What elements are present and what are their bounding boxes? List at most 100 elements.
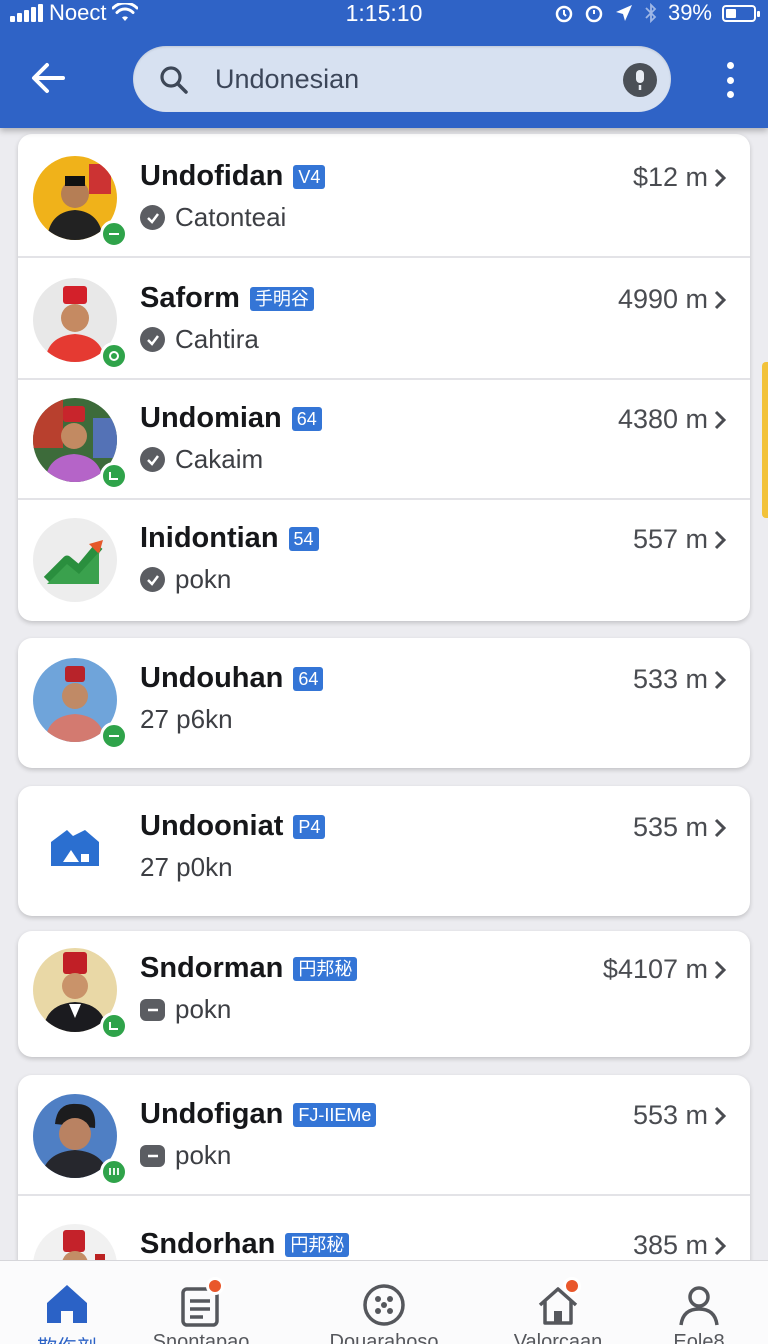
nav-label: Eole8: [673, 1331, 725, 1344]
chevron-right-icon: [714, 290, 727, 309]
location-arrow-icon: [615, 5, 632, 21]
chevron-right-icon: [714, 168, 727, 187]
home-icon: [47, 1285, 87, 1323]
result-tag: 円邦秘: [285, 1232, 350, 1257]
nav-item-explore[interactable]: Douarahoso: [309, 1261, 459, 1344]
result-tag: 64: [293, 666, 324, 691]
search-input[interactable]: [215, 56, 595, 102]
check-circle-icon: [140, 447, 165, 472]
timer-icon: [585, 5, 603, 23]
result-name: Saform: [140, 282, 240, 314]
building-icon: [51, 830, 99, 866]
check-circle-icon: [140, 327, 165, 352]
result-subtitle: Catonteai: [175, 202, 287, 232]
result-subtitle: Cakaim: [175, 444, 264, 474]
list-item[interactable]: Undouhan 64 27 p6kn 533 m: [18, 640, 750, 760]
avatar: [33, 1224, 117, 1260]
nav-item-home[interactable]: 欺伤剖: [0, 1261, 142, 1344]
scroll-indicator[interactable]: [762, 362, 768, 518]
chevron-right-icon: [714, 818, 727, 837]
result-name: Undouhan: [140, 662, 284, 694]
result-subtitle: Cahtira: [175, 324, 259, 354]
avatar: [33, 806, 117, 890]
online-badge-icon: [100, 342, 128, 370]
list-item[interactable]: Inidontian 54 pokn 557 m: [18, 500, 750, 620]
result-distance: 533 m: [632, 664, 708, 694]
result-name: Inidontian: [140, 522, 279, 554]
result-name: Sndorhan: [140, 1228, 276, 1260]
nav-item-news[interactable]: Snontapao: [126, 1261, 276, 1344]
trend-chart-icon: [43, 540, 103, 584]
list-item[interactable]: Undofidan V4 Catonteai $12 m: [18, 138, 750, 258]
result-tag: 64: [291, 406, 322, 431]
nav-item-profile[interactable]: Eole8: [624, 1261, 768, 1344]
chevron-right-icon: [714, 960, 727, 979]
search-icon: [160, 66, 188, 94]
list-item[interactable]: Undooniat P4 27 p0kn 535 m: [18, 788, 750, 908]
back-button[interactable]: [26, 56, 70, 100]
divider: [18, 256, 750, 258]
nav-item-places[interactable]: Valorcaan: [483, 1261, 633, 1344]
result-tag: 54: [288, 526, 319, 551]
list-item[interactable]: Saform 手明谷 Cahtira 4990 m: [18, 260, 750, 380]
search-bar[interactable]: [133, 46, 671, 112]
divider: [18, 1194, 750, 1196]
result-distance: 553 m: [632, 1100, 708, 1130]
battery-icon: [722, 4, 760, 22]
battery-percent: 39%: [667, 0, 712, 25]
back-arrow-icon: [32, 63, 65, 93]
nav-label: Douarahoso: [329, 1331, 439, 1344]
chevron-right-icon: [714, 530, 727, 549]
result-name: Undomian: [140, 402, 282, 434]
app-bar: Noect 1:15:10 39%: [0, 0, 768, 128]
square-icon: [140, 1144, 165, 1167]
more-dot-icon: [726, 91, 734, 98]
list-item[interactable]: Sndorman 円邦秘 pokn $4107 m: [18, 930, 750, 1050]
chevron-right-icon: [714, 670, 727, 689]
result-tag: FJ-IIEMe: [293, 1102, 377, 1127]
online-badge-icon: [100, 220, 128, 248]
mic-button[interactable]: [623, 63, 657, 97]
person-icon: [679, 1286, 719, 1326]
result-subtitle: pokn: [175, 1140, 232, 1170]
result-distance: 557 m: [632, 524, 708, 554]
result-name: Undofidan: [140, 160, 284, 192]
status-bar: Noect 1:15:10 39%: [0, 0, 768, 28]
avatar: [33, 518, 117, 602]
result-distance: 385 m: [632, 1230, 708, 1260]
more-options-button[interactable]: [720, 62, 740, 98]
notification-dot-icon: [563, 1277, 581, 1295]
result-name: Sndorman: [140, 952, 284, 984]
chevron-right-icon: [714, 1236, 727, 1255]
online-badge-icon: [100, 462, 128, 490]
online-badge-icon: [100, 722, 128, 750]
result-distance: 4990 m: [617, 284, 708, 314]
list-item[interactable]: Undomian 64 Cakaim 4380 m: [18, 380, 750, 500]
list-item[interactable]: Undofigan FJ-IIEMe pokn 553 m: [18, 1076, 750, 1196]
result-tag: V4: [293, 164, 326, 189]
dots-circle-icon: [363, 1284, 405, 1326]
online-badge-icon: [100, 1012, 128, 1040]
result-tag: 手明谷: [249, 286, 314, 311]
mic-icon: [636, 70, 644, 90]
result-subtitle: 27 p0kn: [140, 852, 233, 882]
result-distance: 535 m: [632, 812, 708, 842]
result-name: Undooniat: [140, 810, 284, 842]
result-subtitle: pokn: [175, 564, 232, 594]
result-subtitle: pokn: [175, 994, 232, 1024]
nav-label: Snontapao: [152, 1331, 250, 1344]
result-name: Undofigan: [140, 1098, 284, 1130]
more-dot-icon: [726, 76, 734, 84]
results-list[interactable]: Undofidan V4 Catonteai $12 m Saform 手明谷 Ca…: [0, 128, 768, 1260]
result-distance: $4107 m: [602, 954, 708, 984]
chevron-right-icon: [714, 410, 727, 429]
alarm-icon: [555, 5, 573, 23]
bluetooth-icon: [645, 3, 657, 23]
result-subtitle: 27 p6kn: [140, 704, 233, 734]
result-tag: 円邦秘: [293, 956, 358, 981]
nav-label: Valorcaan: [513, 1331, 603, 1344]
result-tag: P4: [293, 814, 326, 839]
chevron-right-icon: [714, 1106, 727, 1125]
bottom-navigation: 欺伤剖 Snontapao Douarahoso Valorcaan Eole8: [0, 1260, 768, 1344]
list-item[interactable]: Sndorhan 円邦秘 385 m: [18, 1206, 750, 1260]
